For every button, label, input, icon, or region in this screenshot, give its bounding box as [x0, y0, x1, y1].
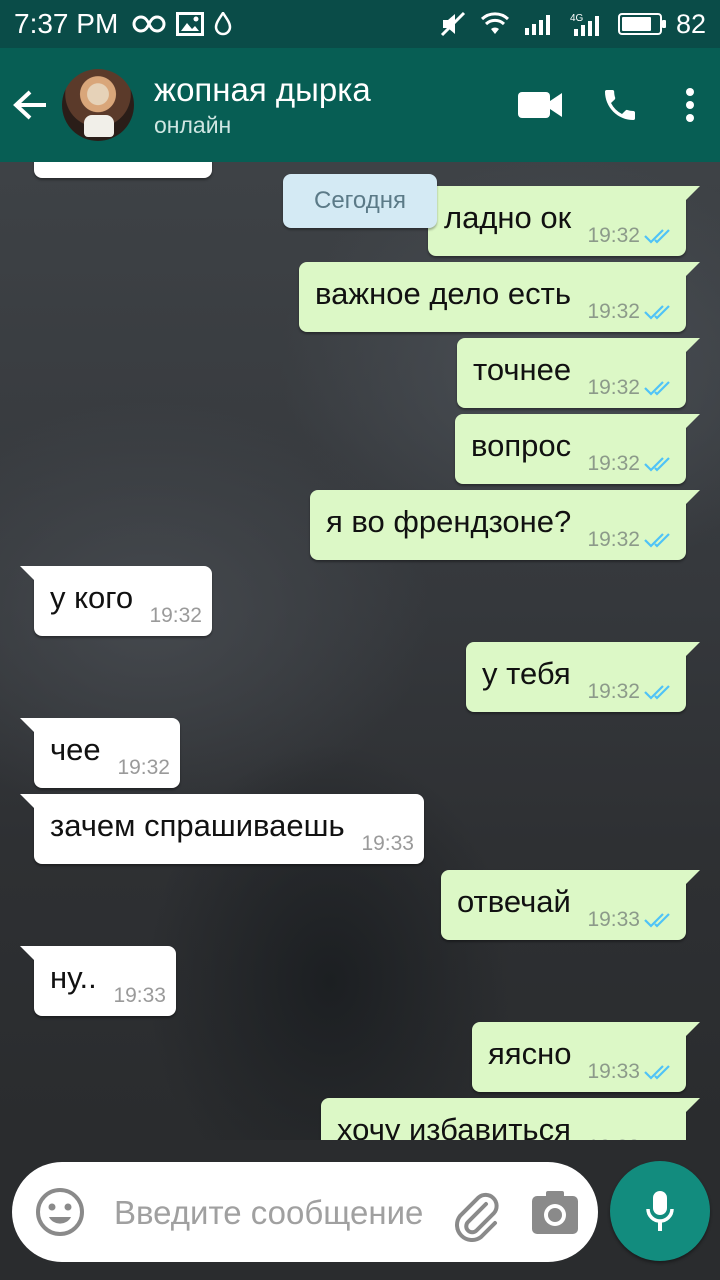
message-row: вопрос 19:32 [0, 414, 720, 484]
date-separator: Сегодня [283, 174, 437, 228]
water-drop-icon [215, 12, 232, 36]
read-receipt-icon [644, 457, 670, 472]
message-time: 19:32 [587, 376, 640, 399]
message-time: 19:32 [587, 680, 640, 703]
battery-icon [617, 13, 666, 35]
gallery-icon [176, 12, 205, 36]
voice-record-button[interactable] [610, 1161, 710, 1261]
signal-icon [524, 15, 550, 35]
phone-icon [605, 90, 635, 120]
read-receipt-icon [644, 305, 670, 320]
signal-4g-icon: 4G [570, 13, 599, 36]
message-time: 19:32 [149, 604, 202, 627]
message-text: ладно ок [444, 200, 572, 235]
message-text: вопрос [471, 428, 572, 463]
outgoing-message[interactable]: ладно ок 19:32 [428, 186, 700, 256]
read-receipt-icon [644, 229, 670, 244]
message-text: отвечай [457, 884, 571, 919]
network-label: 4G [570, 13, 584, 24]
outgoing-message[interactable]: хочу избавиться19:33 [321, 1098, 700, 1140]
message-text: зачем спрашиваешь [50, 808, 345, 843]
battery-fill [621, 17, 652, 31]
message-row: у кого 19:32 [0, 566, 720, 636]
voice-call-button[interactable] [580, 65, 660, 145]
mute-icon [440, 11, 466, 37]
contact-avatar[interactable] [62, 69, 134, 141]
mic-icon [646, 1191, 674, 1231]
message-text: я во френдзоне? [326, 504, 572, 539]
read-receipt-icon [644, 913, 670, 928]
incoming-message[interactable]: ну.. 19:33 [20, 946, 176, 1016]
outgoing-message[interactable]: важное дело есть 19:32 [299, 262, 700, 332]
message-row: у тебя 19:32 [0, 642, 720, 712]
read-receipt-icon [644, 381, 670, 396]
contact-info[interactable]: жопная дырка онлайн [154, 70, 371, 140]
message-row: зачем спрашиваешь 19:33 [0, 794, 720, 864]
message-time: 19:32 [117, 756, 170, 779]
message-text: чее [50, 732, 101, 767]
more-options-button[interactable] [660, 65, 720, 145]
message-row: хочу избавиться19:33 [0, 1098, 720, 1140]
message-row: важное дело есть 19:32 [0, 262, 720, 332]
outgoing-message[interactable]: яясно 19:33 [472, 1022, 700, 1092]
message-row: чее 19:32 [0, 718, 720, 788]
message-input-container [12, 1162, 598, 1262]
contact-name: жопная дырка [154, 71, 371, 108]
message-text: хочу избавиться [337, 1112, 571, 1140]
attach-clip-icon[interactable] [448, 1186, 504, 1242]
message-row: яясно 19:33 [0, 1022, 720, 1092]
read-receipt-icon [644, 533, 670, 548]
message-time: 19:33 [361, 832, 414, 855]
video-call-button[interactable] [500, 65, 580, 145]
outgoing-message[interactable]: точнее 19:32 [457, 338, 700, 408]
message-input[interactable] [114, 1188, 454, 1238]
message-text: важное дело есть [315, 276, 571, 311]
incoming-message[interactable]: чее 19:32 [20, 718, 180, 788]
message-text: ну.. [50, 960, 97, 995]
outgoing-message[interactable]: отвечай 19:33 [441, 870, 700, 940]
message-text: у кого [50, 580, 134, 615]
outgoing-message[interactable]: вопрос 19:32 [455, 414, 700, 484]
message-bubble-partial [34, 162, 212, 178]
message-time: 19:32 [587, 224, 640, 247]
back-arrow-icon [13, 90, 46, 120]
incoming-message[interactable]: у кого 19:32 [20, 566, 212, 636]
video-call-icon [518, 92, 562, 118]
wifi-icon [480, 12, 509, 34]
status-time: 7:37 PM [14, 8, 119, 39]
incoming-message[interactable]: зачем спрашиваешь 19:33 [20, 794, 424, 864]
message-time: 19:32 [587, 452, 640, 475]
message-time: 19:33 [587, 908, 640, 931]
infinity-icon [132, 15, 166, 33]
message-row: отвечай 19:33 [0, 870, 720, 940]
outgoing-message[interactable]: у тебя 19:32 [466, 642, 700, 712]
chat-header: жопная дырка онлайн [0, 48, 720, 162]
camera-icon[interactable] [528, 1186, 582, 1240]
status-bar: 7:37 PM 4G 82 [0, 0, 720, 48]
read-receipt-icon [644, 685, 670, 700]
message-row: точнее 19:32 [0, 338, 720, 408]
back-button[interactable] [0, 75, 60, 135]
message-row: ну.. 19:33 [0, 946, 720, 1016]
battery-percent: 82 [675, 8, 706, 39]
message-time: 19:33 [587, 1060, 640, 1083]
message-time: 19:32 [587, 528, 640, 551]
message-text: яясно [488, 1036, 572, 1071]
emoji-icon[interactable] [34, 1186, 86, 1238]
message-text: точнее [473, 352, 572, 387]
message-row: я во френдзоне? 19:32 [0, 490, 720, 560]
message-time: 19:32 [587, 300, 640, 323]
message-text: у тебя [482, 656, 571, 691]
message-list[interactable]: Сегодня ладно ок 19:32 важное дело есть 19:… [0, 162, 720, 1140]
message-time: 19:33 [113, 984, 166, 1007]
read-receipt-icon [644, 1065, 670, 1080]
more-vert-icon [686, 88, 694, 122]
composer-bar [0, 1140, 720, 1280]
outgoing-message[interactable]: я во френдзоне? 19:32 [310, 490, 700, 560]
contact-status: онлайн [154, 112, 232, 138]
